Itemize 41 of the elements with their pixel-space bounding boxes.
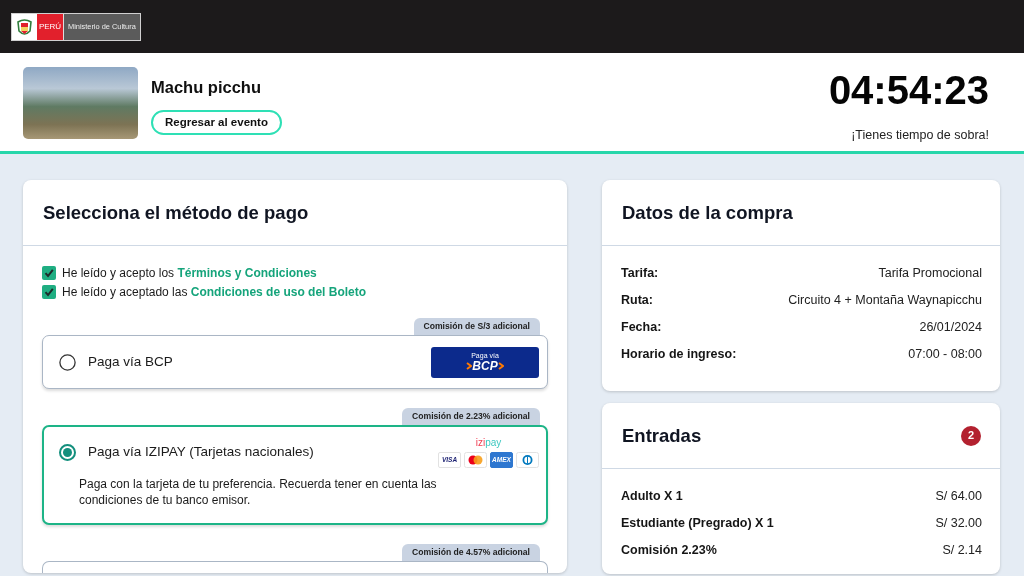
agreement-text: He leído y acepto los Términos y Condiciones xyxy=(62,266,317,280)
checkbox[interactable] xyxy=(42,285,56,299)
payment-logo: izipay xyxy=(475,436,502,449)
detail-label: Fecha: xyxy=(621,319,662,337)
chevron-icon xyxy=(466,362,473,370)
ticket-label: Estudiante (Pregrado) X 1 xyxy=(621,515,774,533)
ticket-label: Adulto X 1 xyxy=(621,488,683,506)
chevron-icon xyxy=(497,362,504,370)
detail-value: Circuito 4 + Montaña Waynapicchu xyxy=(788,292,982,310)
ticket-count-badge: 2 xyxy=(961,425,981,446)
radio-button[interactable] xyxy=(59,353,76,371)
detail-value: 07:00 - 08:00 xyxy=(908,346,982,364)
card-title: Selecciona el método de pago xyxy=(43,200,309,225)
detail-label: Horario de ingreso: xyxy=(621,346,737,364)
event-title: Machu picchu xyxy=(151,77,261,98)
back-to-event-button[interactable]: Regresar al evento xyxy=(151,110,282,135)
card-title: Datos de la compra xyxy=(622,200,793,225)
detail-value: 26/01/2024 xyxy=(919,319,982,337)
fee-tag: Comisión de S/3 adicional xyxy=(413,318,540,335)
ticket-price: S/ 64.00 xyxy=(935,488,982,506)
agreement-text: He leído y aceptado las Condiciones de uso del Boleto xyxy=(62,285,367,299)
ticket-price: S/ 2.14 xyxy=(942,542,982,560)
fee-tag: Comisión de 4.57% adicional xyxy=(402,544,540,561)
radio-button[interactable] xyxy=(59,443,76,461)
ticket-label: Comisión 2.23% xyxy=(621,542,717,560)
detail-label: Ruta: xyxy=(621,292,653,310)
option-description: Paga con la tarjeta de tu preferencia. Recuerda tener en cuenta las condiciones de tu banco emisor. xyxy=(79,477,438,508)
option-label: Paga vía BCP xyxy=(88,352,173,371)
overlapping-circles-icon xyxy=(464,451,487,468)
checkbox[interactable] xyxy=(42,266,56,280)
country-label: PERÚ xyxy=(37,13,63,40)
ticket-price: S/ 32.00 xyxy=(935,515,982,533)
detail-value: Tarifa Promocional xyxy=(878,265,982,283)
logo-wordmark: BCP xyxy=(472,359,498,373)
option-label: Paga vía IZIPAY (Tarjetas nacionales) xyxy=(88,442,314,461)
countdown-timer: 04:54:23 xyxy=(828,70,989,110)
fee-tag: Comisión de 2.23% adicional xyxy=(402,408,540,425)
timer-message: ¡Tienes tiempo de sobra! xyxy=(850,127,989,144)
circle-logo-icon xyxy=(516,451,539,468)
detail-label: Tarifa: xyxy=(621,265,659,283)
card-title: Entradas xyxy=(622,423,702,448)
